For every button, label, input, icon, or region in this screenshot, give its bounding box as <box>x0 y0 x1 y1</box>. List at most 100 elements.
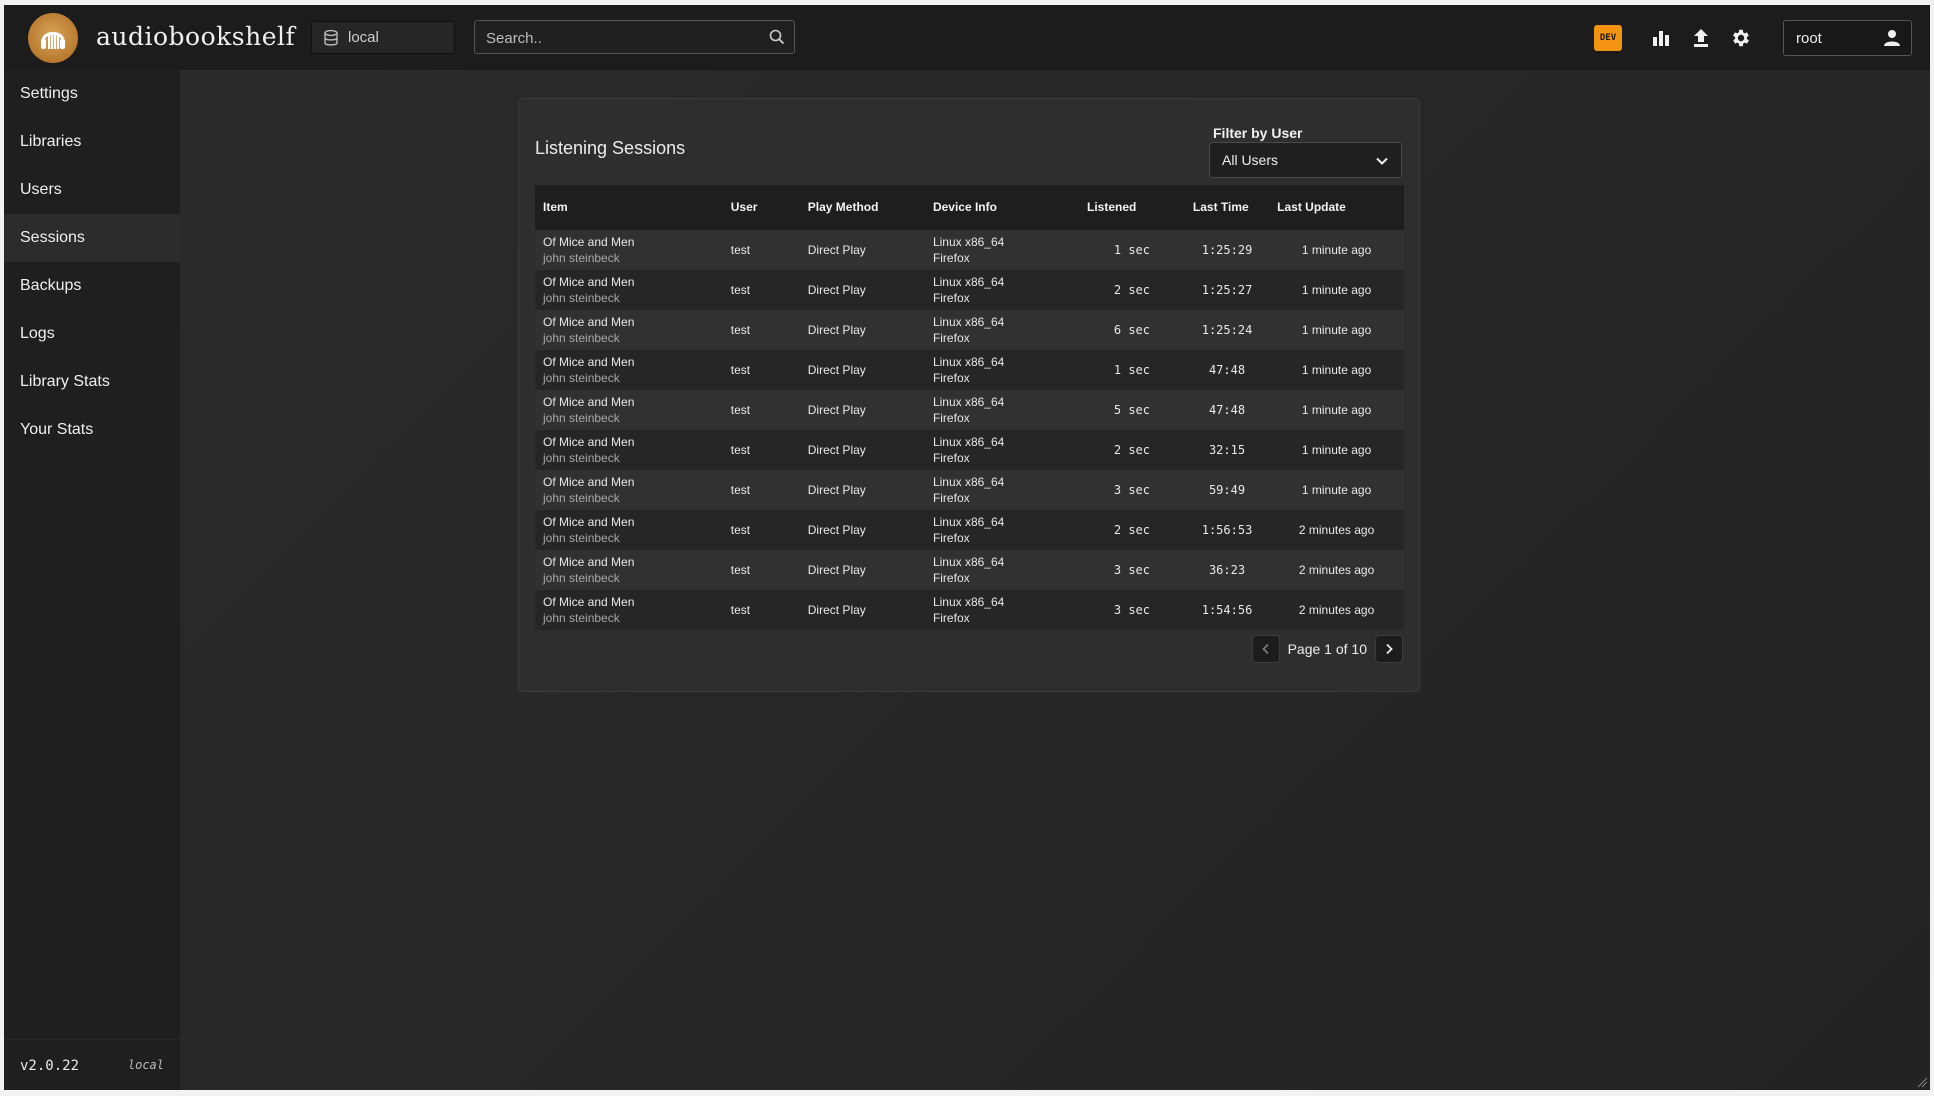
cell-last-update: 2 minutes ago <box>1269 550 1404 590</box>
person-icon <box>1883 29 1901 51</box>
sidebar-item-libraries[interactable]: Libraries <box>4 118 180 166</box>
cell-item: Of Mice and Men john steinbeck <box>535 350 723 390</box>
item-title: Of Mice and Men <box>543 515 635 529</box>
resize-handle-icon[interactable] <box>1916 1076 1928 1088</box>
device-browser: Firefox <box>932 371 970 385</box>
device-os: Linux x86_64 <box>932 555 1005 569</box>
environment-label: local <box>127 1058 164 1072</box>
device-browser: Firefox <box>932 331 970 345</box>
table-row[interactable]: Of Mice and Men john steinbeck test Direct … <box>535 510 1404 550</box>
cell-user: test <box>722 390 800 430</box>
bar-chart-icon[interactable] <box>1649 26 1673 50</box>
item-title: Of Mice and Men <box>543 315 635 329</box>
column-header-device-info: Device Info <box>924 185 1079 230</box>
sidebar-item-backups[interactable]: Backups <box>4 262 180 310</box>
device-browser: Firefox <box>932 411 970 425</box>
table-row[interactable]: Of Mice and Men john steinbeck test Direct … <box>535 470 1404 510</box>
chevron-right-icon <box>1386 643 1393 655</box>
device-os: Linux x86_64 <box>932 435 1005 449</box>
search-input[interactable] <box>475 21 768 55</box>
search-box[interactable] <box>474 20 795 55</box>
user-filter-select[interactable]: All Users <box>1209 142 1402 178</box>
next-page-button[interactable] <box>1375 635 1403 663</box>
device-browser: Firefox <box>932 571 970 585</box>
cell-device-info: Linux x86_64 Firefox <box>924 430 1079 470</box>
main-content: Listening Sessions Filter by User All Us… <box>180 70 1930 1090</box>
item-author: john steinbeck <box>543 531 620 545</box>
item-author: john steinbeck <box>543 331 620 345</box>
cell-user: test <box>722 550 800 590</box>
sidebar-item-library-stats[interactable]: Library Stats <box>4 358 180 406</box>
sidebar-item-logs[interactable]: Logs <box>4 310 180 358</box>
cell-device-info: Linux x86_64 Firefox <box>924 550 1079 590</box>
sidebar-item-your-stats[interactable]: Your Stats <box>4 406 180 454</box>
cell-listened: 2 sec <box>1078 430 1185 470</box>
table-row[interactable]: Of Mice and Men john steinbeck test Direct … <box>535 550 1404 590</box>
cell-listened: 5 sec <box>1078 390 1185 430</box>
library-select[interactable]: local <box>311 21 455 54</box>
cell-last-update: 1 minute ago <box>1269 430 1404 470</box>
cell-listened: 1 sec <box>1078 230 1185 270</box>
sidebar: Settings Libraries Users Sessions Backup… <box>4 70 181 1090</box>
cell-item: Of Mice and Men john steinbeck <box>535 230 723 270</box>
cell-play-method: Direct Play <box>799 510 925 550</box>
user-menu-button[interactable]: root <box>1783 20 1912 56</box>
database-icon <box>324 29 338 46</box>
item-title: Of Mice and Men <box>543 555 635 569</box>
item-title: Of Mice and Men <box>543 355 635 369</box>
cell-last-time: 1:25:29 <box>1184 230 1270 270</box>
cell-play-method: Direct Play <box>799 230 925 270</box>
listening-sessions-panel: Listening Sessions Filter by User All Us… <box>518 98 1420 692</box>
device-os: Linux x86_64 <box>932 355 1005 369</box>
table-row[interactable]: Of Mice and Men john steinbeck test Direct … <box>535 430 1404 470</box>
table-row[interactable]: Of Mice and Men john steinbeck test Direct … <box>535 590 1404 630</box>
sidebar-item-sessions[interactable]: Sessions <box>4 214 180 262</box>
panel-title: Listening Sessions <box>535 138 686 158</box>
cell-last-time: 32:15 <box>1184 430 1270 470</box>
audiobookshelf-logo-icon[interactable] <box>28 13 78 63</box>
chevron-down-icon <box>1375 154 1389 171</box>
table-row[interactable]: Of Mice and Men john steinbeck test Direct … <box>535 230 1404 270</box>
search-icon[interactable] <box>769 29 785 50</box>
table-row[interactable]: Of Mice and Men john steinbeck test Direct … <box>535 390 1404 430</box>
cell-play-method: Direct Play <box>799 350 925 390</box>
cell-user: test <box>722 590 800 630</box>
device-os: Linux x86_64 <box>932 275 1005 289</box>
cell-listened: 1 sec <box>1078 350 1185 390</box>
device-os: Linux x86_64 <box>932 595 1005 609</box>
filter-value: All Users <box>1222 152 1279 168</box>
cell-listened: 3 sec <box>1078 590 1185 630</box>
device-os: Linux x86_64 <box>932 315 1005 329</box>
cell-item: Of Mice and Men john steinbeck <box>535 430 723 470</box>
library-name: local <box>348 29 379 46</box>
device-browser: Firefox <box>932 291 970 305</box>
table-row[interactable]: Of Mice and Men john steinbeck test Direct … <box>535 350 1404 390</box>
version-label[interactable]: v2.0.22 <box>20 1058 79 1074</box>
cell-device-info: Linux x86_64 Firefox <box>924 230 1079 270</box>
dev-badge[interactable]: DEV <box>1594 25 1622 51</box>
cell-device-info: Linux x86_64 Firefox <box>924 350 1079 390</box>
sessions-table: Item User Play Method Device Info Listen… <box>535 185 1404 630</box>
table-row[interactable]: Of Mice and Men john steinbeck test Direct … <box>535 310 1404 350</box>
gear-icon[interactable] <box>1729 26 1753 50</box>
table-row[interactable]: Of Mice and Men john steinbeck test Direct … <box>535 270 1404 310</box>
cell-play-method: Direct Play <box>799 310 925 350</box>
sidebar-item-settings[interactable]: Settings <box>4 70 180 118</box>
cell-last-time: 36:23 <box>1184 550 1270 590</box>
cell-user: test <box>722 270 800 310</box>
sidebar-item-users[interactable]: Users <box>4 166 180 214</box>
device-browser: Firefox <box>932 251 970 265</box>
device-os: Linux x86_64 <box>932 235 1005 249</box>
device-os: Linux x86_64 <box>932 475 1005 489</box>
chevron-left-icon <box>1261 643 1269 655</box>
cell-item: Of Mice and Men john steinbeck <box>535 590 723 630</box>
cell-play-method: Direct Play <box>799 270 925 310</box>
upload-icon[interactable] <box>1689 26 1713 50</box>
cell-last-update: 1 minute ago <box>1269 390 1404 430</box>
username: root <box>1796 29 1822 47</box>
previous-page-button[interactable] <box>1251 635 1280 663</box>
cell-item: Of Mice and Men john steinbeck <box>535 310 723 350</box>
item-author: john steinbeck <box>543 451 620 465</box>
cell-listened: 3 sec <box>1078 470 1185 510</box>
app-title[interactable]: audiobookshelf <box>96 22 295 51</box>
